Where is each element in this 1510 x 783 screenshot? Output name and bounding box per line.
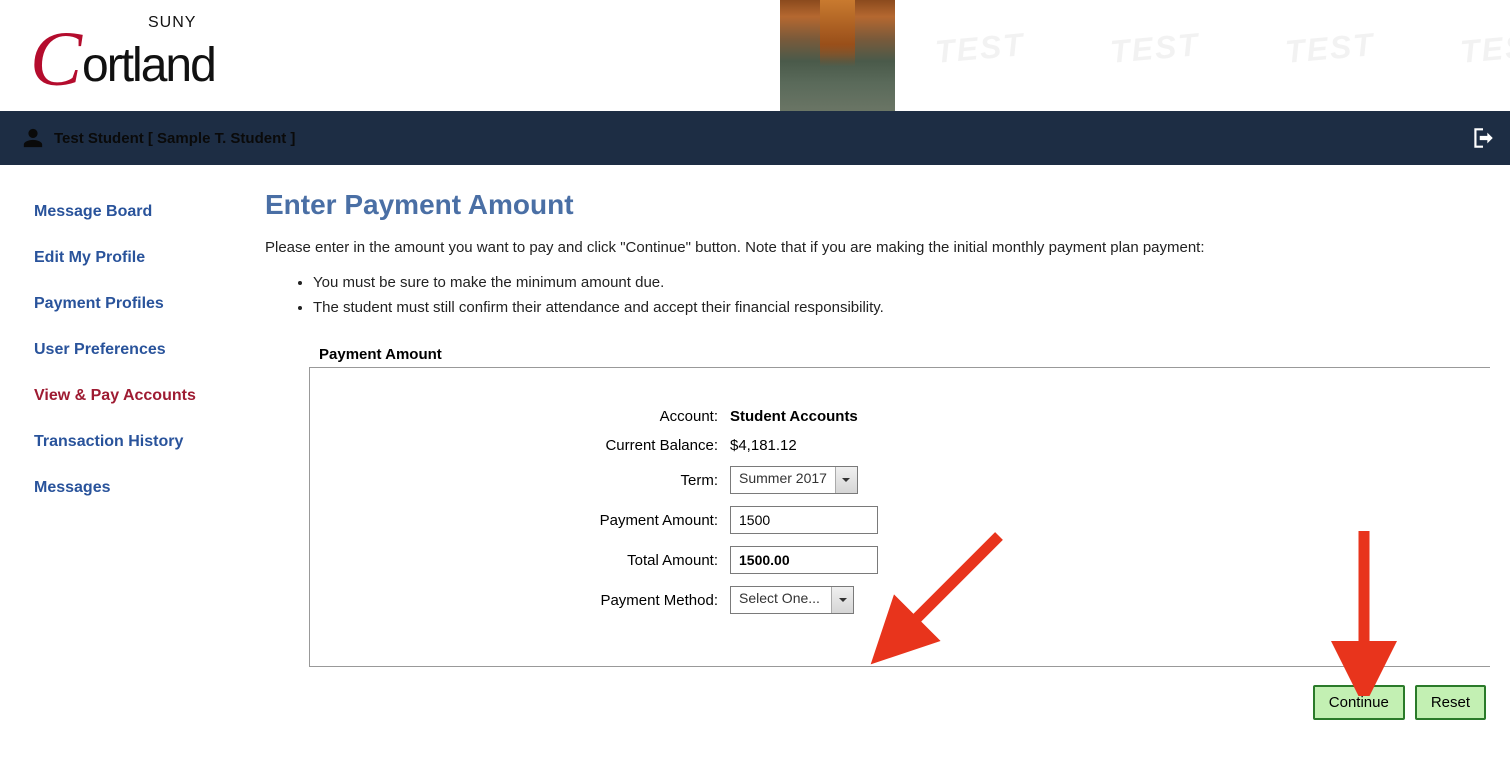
payment-method-select[interactable]: Select One...: [730, 586, 854, 614]
header-banner-image: [780, 0, 895, 111]
nav-edit-profile[interactable]: Edit My Profile: [30, 235, 265, 281]
test-watermark: TEST: [1109, 26, 1202, 71]
test-watermark: TEST: [1284, 26, 1377, 71]
nav-user-preferences[interactable]: User Preferences: [30, 327, 265, 373]
nav-message-board[interactable]: Message Board: [30, 189, 265, 235]
page-title: Enter Payment Amount: [265, 189, 1490, 221]
main-content: Enter Payment Amount Please enter in the…: [265, 189, 1490, 720]
fieldset-legend: Payment Amount: [309, 346, 1490, 363]
payment-amount-input[interactable]: [730, 506, 878, 534]
total-amount-label: Total Amount:: [330, 552, 730, 569]
current-balance-value: $4,181.12: [730, 437, 797, 454]
logout-icon[interactable]: [1470, 125, 1496, 151]
nav-messages[interactable]: Messages: [30, 465, 265, 511]
payment-form: Account: Student Accounts Current Balanc…: [309, 367, 1490, 667]
continue-button[interactable]: Continue: [1313, 685, 1405, 720]
test-watermark: TEST: [934, 26, 1027, 71]
page-instructions: Please enter in the amount you want to p…: [265, 239, 1490, 256]
header: Cortland SUNY TEST TEST TEST TEST: [0, 0, 1510, 111]
instruction-bullets: You must be sure to make the minimum amo…: [313, 270, 1490, 320]
institution-logo: Cortland SUNY: [30, 10, 215, 100]
account-label: Account:: [330, 408, 730, 425]
chevron-down-icon: [831, 587, 853, 613]
chevron-down-icon: [835, 467, 857, 493]
account-value: Student Accounts: [730, 408, 858, 425]
nav-view-pay-accounts[interactable]: View & Pay Accounts: [30, 373, 265, 419]
bullet-item: The student must still confirm their att…: [313, 295, 1490, 320]
username-display: Test Student [ Sample T. Student ]: [54, 130, 295, 147]
payment-method-select-value: Select One...: [731, 587, 831, 613]
total-amount-input[interactable]: [730, 546, 878, 574]
term-select[interactable]: Summer 2017: [730, 466, 858, 494]
test-watermark: TEST: [1459, 26, 1510, 71]
user-bar: Test Student [ Sample T. Student ]: [0, 111, 1510, 165]
current-balance-label: Current Balance:: [330, 437, 730, 454]
payment-amount-label: Payment Amount:: [330, 512, 730, 529]
nav-payment-profiles[interactable]: Payment Profiles: [30, 281, 265, 327]
payment-method-label: Payment Method:: [330, 592, 730, 609]
term-select-value: Summer 2017: [731, 467, 835, 493]
sidebar-nav: Message Board Edit My Profile Payment Pr…: [30, 189, 265, 511]
reset-button[interactable]: Reset: [1415, 685, 1486, 720]
term-label: Term:: [330, 472, 730, 489]
user-icon: [22, 127, 44, 149]
nav-transaction-history[interactable]: Transaction History: [30, 419, 265, 465]
bullet-item: You must be sure to make the minimum amo…: [313, 270, 1490, 295]
